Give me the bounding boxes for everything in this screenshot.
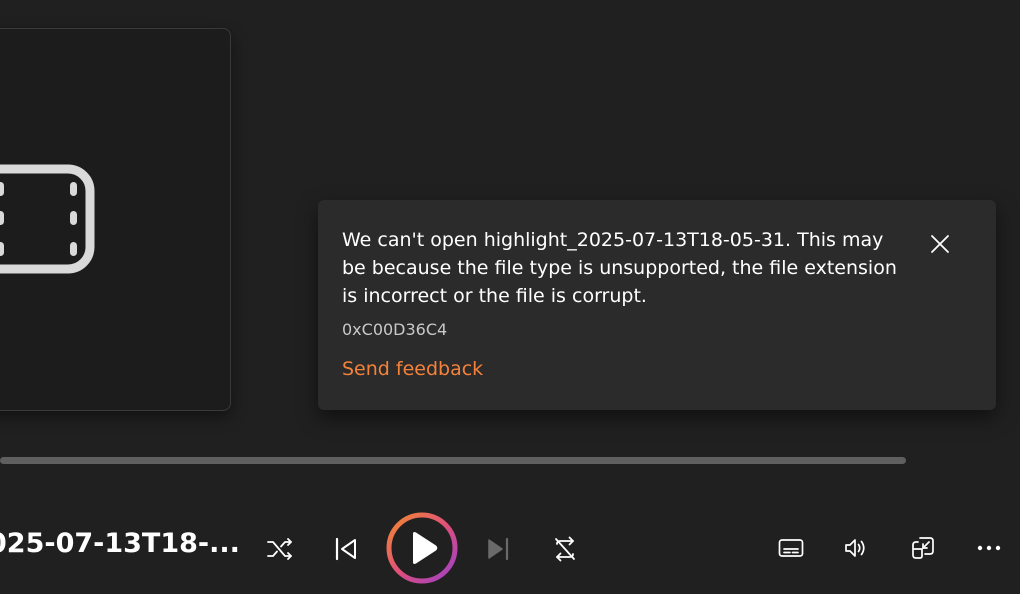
send-feedback-link[interactable]: Send feedback xyxy=(342,358,483,380)
previous-button[interactable] xyxy=(326,529,366,569)
mini-player-button[interactable] xyxy=(903,528,943,568)
more-options-button[interactable] xyxy=(969,528,1009,568)
film-icon xyxy=(0,164,100,280)
error-toast: We can't open highlight_2025-07-13T18-05… xyxy=(318,200,996,410)
shuffle-icon xyxy=(267,538,292,560)
close-button[interactable] xyxy=(926,230,954,258)
shuffle-button[interactable] xyxy=(260,529,300,569)
track-title: 025-07-13T18-... xyxy=(0,528,240,559)
next-button[interactable] xyxy=(478,529,518,569)
repeat-icon xyxy=(555,536,575,562)
previous-icon xyxy=(335,537,356,561)
error-message: We can't open highlight_2025-07-13T18-05… xyxy=(342,229,897,307)
play-button[interactable] xyxy=(385,511,459,585)
next-icon xyxy=(488,537,509,561)
captions-icon xyxy=(778,539,804,557)
error-code: 0xC00D36C4 xyxy=(342,320,448,339)
volume-icon xyxy=(845,539,865,557)
mini-player-icon xyxy=(912,537,934,559)
captions-button[interactable] xyxy=(771,528,811,568)
volume-button[interactable] xyxy=(835,528,875,568)
close-icon xyxy=(931,235,949,253)
repeat-button[interactable] xyxy=(545,529,585,569)
more-icon xyxy=(977,545,1001,551)
media-player-window: We can't open highlight_2025-07-13T18-05… xyxy=(0,0,1020,594)
play-icon xyxy=(413,532,438,564)
seek-bar[interactable] xyxy=(0,457,906,464)
